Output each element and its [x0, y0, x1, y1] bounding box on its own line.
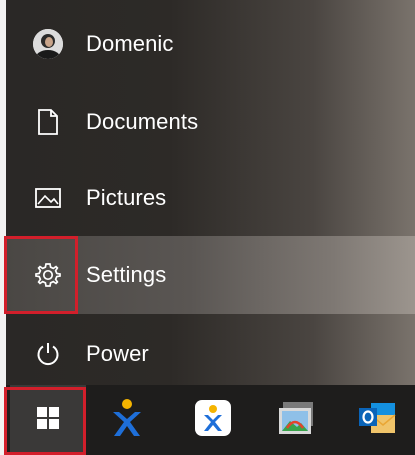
screen: Domenic Documents Pictures Settings Powe… — [0, 0, 415, 455]
user-avatar-icon — [32, 28, 64, 60]
start-button[interactable] — [10, 385, 86, 455]
menu-item-label: Power — [86, 341, 149, 366]
menu-item-user[interactable]: Domenic — [6, 6, 415, 82]
windows-start-icon — [37, 406, 59, 434]
taskbar-app-image-viewer[interactable] — [262, 385, 332, 455]
image-viewer-app-icon — [279, 401, 315, 439]
power-icon — [32, 338, 64, 370]
menu-item-label: Settings — [86, 262, 167, 287]
outlook-app-icon — [357, 401, 397, 440]
document-icon — [32, 106, 64, 138]
xchange-app-icon — [195, 399, 231, 441]
taskbar — [6, 385, 415, 455]
taskbar-app-xpeditor[interactable] — [92, 385, 162, 455]
gear-icon — [32, 259, 64, 291]
taskbar-app-xchange[interactable] — [178, 385, 248, 455]
menu-item-documents[interactable]: Documents — [6, 84, 415, 160]
menu-item-label: Pictures — [86, 185, 167, 210]
menu-item-pictures[interactable]: Pictures — [6, 160, 415, 236]
menu-item-label: Domenic — [86, 31, 174, 56]
menu-item-settings[interactable]: Settings — [6, 236, 415, 314]
menu-item-power[interactable]: Power — [6, 316, 415, 392]
pictures-icon — [32, 182, 64, 214]
taskbar-app-outlook[interactable] — [342, 385, 412, 455]
start-menu-left-pane: Domenic Documents Pictures Settings Powe… — [6, 0, 415, 385]
xpeditor-app-icon — [110, 398, 144, 443]
menu-item-label: Documents — [86, 109, 199, 134]
